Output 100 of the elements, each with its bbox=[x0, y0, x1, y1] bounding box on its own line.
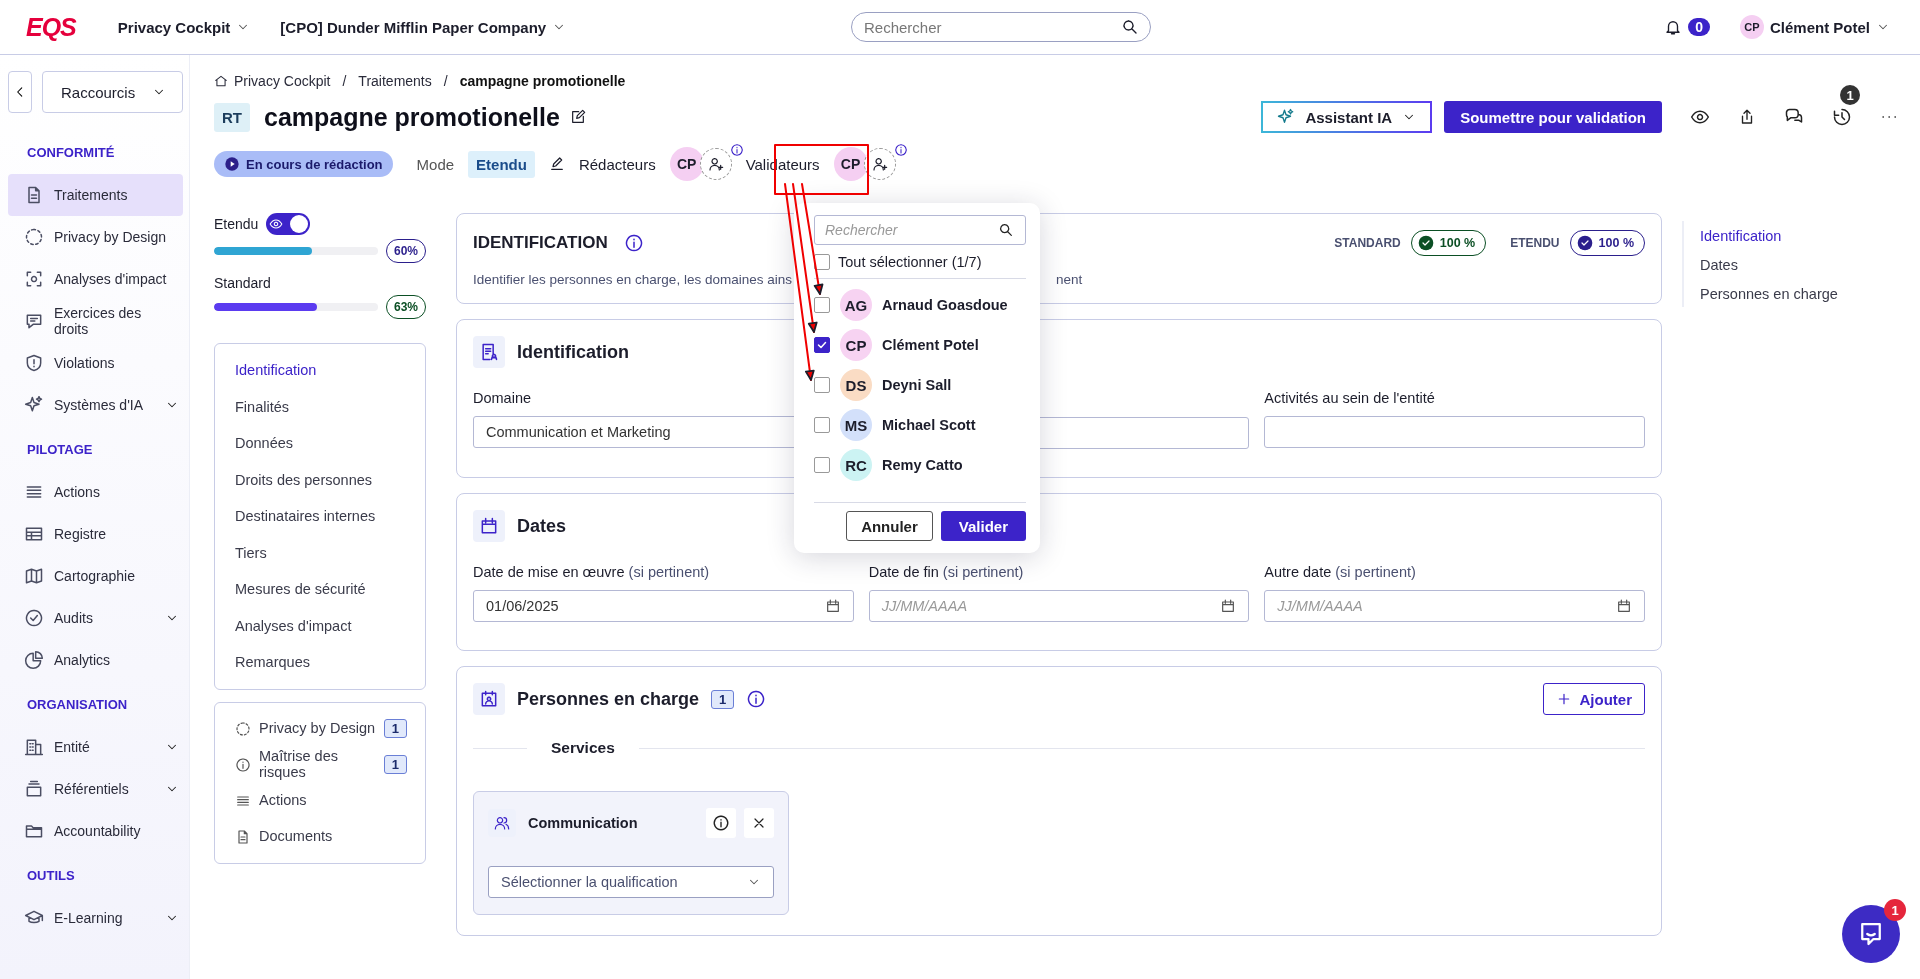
sparkle-icon bbox=[24, 395, 44, 415]
section-link[interactable]: Identification bbox=[235, 352, 425, 389]
user-name: Michael Scott bbox=[882, 417, 976, 433]
mode-label: Mode bbox=[416, 155, 455, 173]
sidebar-item[interactable]: Traitements bbox=[8, 174, 183, 216]
id-card-icon bbox=[473, 683, 505, 715]
anchor-link[interactable]: Dates bbox=[1700, 250, 1920, 279]
checkbox[interactable] bbox=[814, 457, 830, 473]
cancel-button[interactable]: Annuler bbox=[846, 511, 933, 541]
pencil-icon bbox=[548, 156, 565, 172]
section-link[interactable]: Tiers bbox=[235, 534, 425, 571]
home-icon[interactable] bbox=[214, 74, 228, 88]
panel-link[interactable]: Documents bbox=[259, 828, 407, 845]
sidebar-item[interactable]: Systèmes d'IA bbox=[8, 384, 183, 426]
add-user-button[interactable] bbox=[863, 148, 896, 180]
section-link[interactable]: Destinataires internes bbox=[235, 498, 425, 535]
sidebar-item[interactable]: E-Learning bbox=[8, 897, 183, 939]
description-text: nent bbox=[1055, 272, 1083, 287]
date-field[interactable]: 01/06/2025 bbox=[473, 590, 854, 622]
info-icon[interactable] bbox=[623, 233, 644, 253]
sidebar-item[interactable]: Analytics bbox=[8, 639, 183, 681]
sidebar-item[interactable]: Violations bbox=[8, 342, 183, 384]
user-plus-icon bbox=[871, 156, 888, 172]
view-toggle[interactable] bbox=[266, 213, 311, 235]
section-link[interactable]: Finalités bbox=[235, 388, 425, 425]
user-avatar: CP bbox=[840, 329, 872, 361]
sidebar-item[interactable]: Audits bbox=[8, 597, 183, 639]
sidebar-item[interactable]: Actions bbox=[8, 471, 183, 513]
map-icon bbox=[24, 566, 44, 586]
section-link[interactable]: Données bbox=[235, 425, 425, 462]
calendar-icon[interactable] bbox=[1616, 598, 1632, 614]
section-title: OUTILS bbox=[26, 867, 76, 885]
checkbox[interactable] bbox=[814, 337, 830, 353]
sidebar-item[interactable]: Exercices des droits bbox=[8, 300, 183, 342]
breadcrumb-link[interactable]: Privacy Cockpit bbox=[234, 73, 331, 89]
status-badge: En cours de rédaction bbox=[214, 151, 393, 177]
qualification-select[interactable]: Sélectionner la qualification bbox=[488, 866, 774, 898]
shield-icon bbox=[24, 353, 44, 373]
anchor-link[interactable]: Personnes en charge bbox=[1700, 279, 1920, 308]
checkbox[interactable] bbox=[814, 297, 830, 313]
scan-icon bbox=[24, 269, 44, 289]
sidebar-item[interactable]: Accountability bbox=[8, 810, 183, 852]
add-button[interactable]: Ajouter bbox=[1542, 683, 1645, 715]
submit-button[interactable]: Soumettre pour validation bbox=[1444, 101, 1662, 133]
history-count: 1 bbox=[1840, 85, 1860, 105]
info-icon bbox=[712, 814, 730, 832]
sparkle-icon bbox=[1277, 108, 1296, 126]
add-user-button[interactable] bbox=[699, 148, 732, 180]
user-avatar: MS bbox=[840, 409, 872, 441]
section-link[interactable]: Mesures de sécurité bbox=[235, 571, 425, 608]
count-badge: 1 bbox=[711, 689, 735, 709]
anchor-link[interactable]: Identification bbox=[1700, 221, 1920, 250]
checkbox[interactable] bbox=[814, 377, 830, 393]
sidebar-item[interactable]: Cartographie bbox=[8, 555, 183, 597]
section-title: CONFORMITÉ bbox=[26, 144, 116, 162]
info-button[interactable] bbox=[706, 808, 736, 838]
validate-button[interactable]: Valider bbox=[940, 511, 1026, 541]
shortcuts-dropdown[interactable]: Raccourcis bbox=[42, 71, 183, 113]
sidebar-item[interactable]: Référentiels bbox=[8, 768, 183, 810]
info-icon[interactable] bbox=[729, 143, 744, 157]
edit-icon[interactable] bbox=[569, 109, 586, 125]
user-name: Clément Potel bbox=[882, 337, 979, 353]
search-field[interactable]: Rechercher bbox=[814, 215, 1026, 245]
panel-link[interactable]: Maîtrise des risques bbox=[259, 748, 376, 781]
sidebar-item[interactable]: Entité bbox=[8, 726, 183, 768]
eye-icon[interactable] bbox=[1690, 107, 1710, 127]
mode-badge: Etendu bbox=[468, 150, 535, 178]
field-label: Autre date (si pertinent) bbox=[1264, 564, 1416, 580]
page-title: campagne promotionelle bbox=[264, 102, 560, 132]
search-field[interactable]: Rechercher bbox=[851, 12, 1151, 42]
panel-link[interactable]: Actions bbox=[259, 792, 407, 809]
breadcrumb-link[interactable]: Traitements bbox=[358, 73, 432, 89]
section-link[interactable]: Analyses d'impact bbox=[235, 607, 425, 644]
check-circle-icon bbox=[1417, 235, 1434, 251]
group-heading: Services bbox=[551, 739, 615, 757]
user-avatar: CP bbox=[669, 147, 704, 181]
calendar-icon[interactable] bbox=[824, 598, 841, 614]
assistant-button[interactable]: Assistant IA bbox=[1261, 101, 1433, 133]
calendar-icon[interactable] bbox=[1220, 598, 1237, 614]
help-chat-button[interactable] bbox=[1842, 905, 1900, 963]
section-link[interactable]: Remarques bbox=[235, 644, 425, 681]
history-icon[interactable] bbox=[1832, 107, 1852, 127]
info-icon bbox=[235, 756, 251, 773]
sidebar-item[interactable]: Registre bbox=[8, 513, 183, 555]
app-menu[interactable]: Privacy Cockpit bbox=[117, 18, 251, 36]
sidebar-item[interactable]: Analyses d'impact bbox=[8, 258, 183, 300]
close-button[interactable] bbox=[744, 808, 774, 838]
logo[interactable]: EQS bbox=[26, 12, 76, 42]
service-name: Communication bbox=[528, 815, 638, 831]
field-label: Activités au sein de l'entité bbox=[1264, 390, 1435, 406]
bell-icon[interactable] bbox=[1664, 18, 1683, 36]
info-icon[interactable] bbox=[893, 143, 908, 157]
section-link[interactable]: Droits des personnes bbox=[235, 461, 425, 498]
panel-link[interactable]: Privacy by Design bbox=[259, 720, 376, 737]
user-menu[interactable]: CP Clément Potel bbox=[1733, 14, 1896, 40]
checkbox[interactable] bbox=[814, 417, 830, 433]
company-menu[interactable]: [CPO] Dunder Mifflin Paper Company bbox=[280, 18, 567, 36]
sidebar-item[interactable]: Privacy by Design bbox=[8, 216, 183, 258]
info-icon[interactable] bbox=[746, 689, 767, 709]
text-field[interactable] bbox=[1264, 416, 1645, 448]
